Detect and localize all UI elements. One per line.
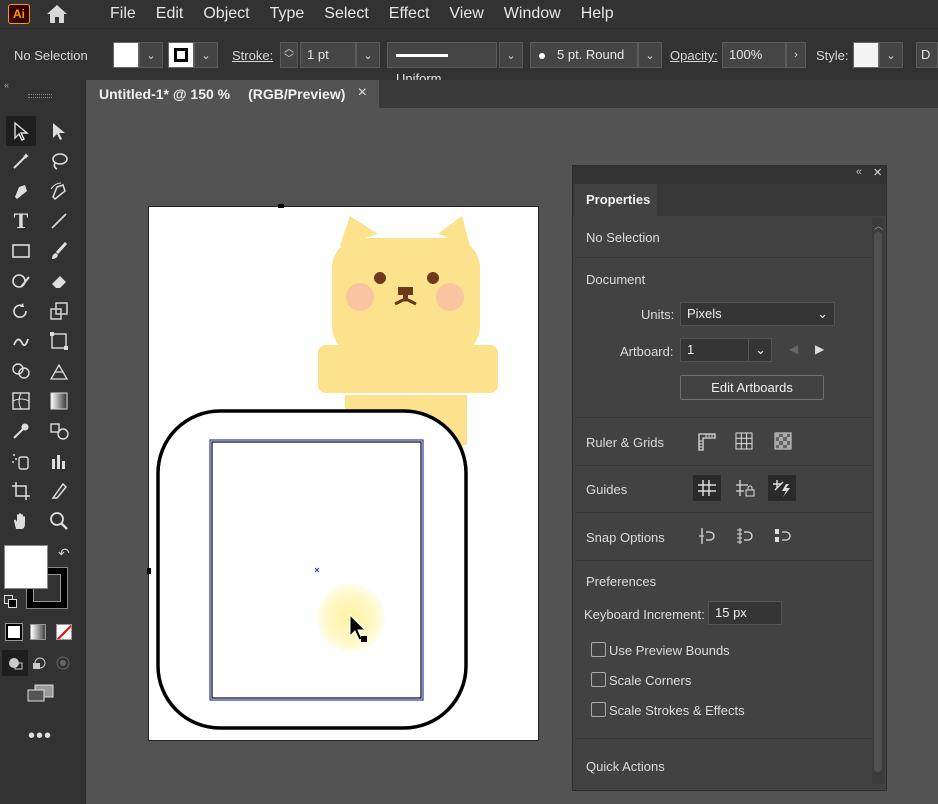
ruler-grids-section: Ruler & Grids bbox=[575, 418, 873, 466]
chevron-down-icon: ⌄ bbox=[817, 306, 828, 321]
scroll-up-icon[interactable]: ︿ bbox=[874, 219, 883, 232]
chevron-down-icon: ⌄ bbox=[748, 339, 766, 361]
grid-icon[interactable] bbox=[730, 428, 758, 454]
preferences-label: Preferences bbox=[586, 574, 657, 589]
snap-options-label: Snap Options bbox=[586, 530, 665, 545]
edit-artboards-button[interactable]: Edit Artboards bbox=[680, 375, 824, 400]
scale-corners-checkbox[interactable] bbox=[591, 672, 606, 687]
scale-corners-label: Scale Corners bbox=[609, 673, 692, 688]
artboard-handle-top bbox=[278, 204, 284, 208]
previous-artboard-icon[interactable]: ◀ bbox=[789, 342, 798, 356]
tab-properties[interactable]: Properties bbox=[575, 184, 657, 216]
artboard-label: Artboard: bbox=[620, 344, 674, 359]
smart-guides-icon[interactable] bbox=[768, 475, 796, 501]
no-selection-label: No Selection bbox=[586, 230, 660, 245]
snap-to-pixel-icon[interactable] bbox=[769, 523, 797, 549]
snap-options-section: Snap Options bbox=[575, 513, 873, 561]
properties-panel: « × Properties ︿ No Selection Document U… bbox=[572, 164, 887, 791]
document-section: Document Units: Pixels ⌄ Artboard: 1 ⌄ ◀… bbox=[575, 258, 873, 418]
close-panel-icon[interactable]: × bbox=[873, 164, 882, 181]
units-value: Pixels bbox=[687, 306, 722, 321]
show-guides-icon[interactable] bbox=[693, 475, 721, 501]
use-preview-bounds-label: Use Preview Bounds bbox=[609, 643, 730, 658]
quick-actions-label: Quick Actions bbox=[586, 759, 665, 774]
units-dropdown[interactable]: Pixels ⌄ bbox=[680, 302, 835, 326]
cursor-badge bbox=[361, 636, 367, 642]
document-heading: Document bbox=[586, 272, 646, 287]
guides-label: Guides bbox=[586, 482, 628, 497]
next-artboard-icon[interactable]: ▶ bbox=[815, 342, 824, 356]
rulers-icon[interactable] bbox=[693, 428, 721, 454]
guides-section: Guides bbox=[575, 466, 873, 513]
lock-guides-icon[interactable] bbox=[731, 475, 759, 501]
preferences-section: Preferences Keyboard Increment: 15 px Us… bbox=[575, 561, 873, 739]
use-preview-bounds-checkbox[interactable] bbox=[591, 642, 606, 657]
panel-tabs: Properties bbox=[573, 184, 886, 216]
artboard-value: 1 bbox=[687, 342, 695, 357]
artboard-dropdown[interactable]: 1 ⌄ bbox=[680, 338, 772, 362]
artboard-handle-left bbox=[147, 568, 151, 574]
snap-to-point-icon[interactable] bbox=[693, 523, 721, 549]
collapse-panel-icon[interactable]: « bbox=[856, 166, 862, 178]
scale-strokes-label: Scale Strokes & Effects bbox=[609, 703, 745, 718]
snap-to-grid-icon[interactable] bbox=[731, 523, 759, 549]
transparency-grid-icon[interactable] bbox=[769, 428, 797, 454]
scroll-thumb[interactable] bbox=[874, 232, 882, 772]
panel-header: « × bbox=[573, 164, 886, 184]
quick-actions-section: Quick Actions bbox=[575, 739, 873, 779]
keyboard-increment-field[interactable]: 15 px bbox=[708, 601, 782, 625]
ruler-grids-label: Ruler & Grids bbox=[586, 435, 665, 450]
units-label: Units: bbox=[641, 307, 675, 322]
panel-scrollbar[interactable]: ︿ bbox=[872, 218, 884, 784]
scale-strokes-checkbox[interactable] bbox=[591, 702, 606, 717]
selection-section: No Selection bbox=[575, 218, 873, 258]
keyboard-increment-label: Keyboard Increment: bbox=[584, 607, 705, 622]
